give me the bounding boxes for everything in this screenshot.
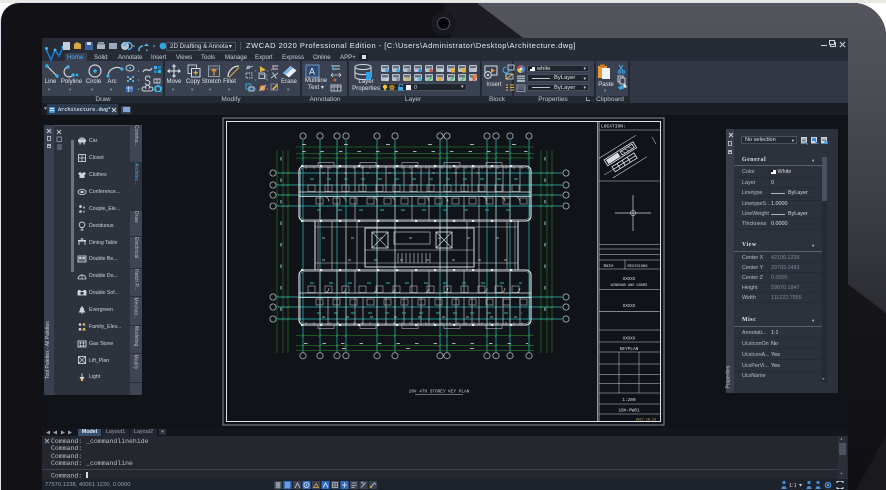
svg-text:1:1: 1:1 (789, 483, 797, 489)
svg-text:XXXXX: XXXXX (623, 278, 636, 282)
svg-text:WINDOWS AND DOORS: WINDOWS AND DOORS (611, 284, 648, 288)
svg-text:2017.10.13: 2017.10.13 (636, 419, 656, 423)
svg-text:20# 4TH STOREY KEY PLAN: 20# 4TH STOREY KEY PLAN (409, 390, 470, 395)
svg-text:A: A (309, 67, 315, 77)
svg-text:LOCATION:: LOCATION: (601, 124, 626, 130)
svg-text:Date: Date (604, 265, 615, 269)
svg-text:XXXXX: XXXXX (623, 305, 636, 309)
svg-text:XXXXX: XXXXX (623, 338, 636, 342)
svg-text:KEYPLAN: KEYPLAN (620, 347, 639, 352)
svg-text:10#-PW01: 10#-PW01 (618, 409, 639, 414)
svg-text:REVISIONS: REVISIONS (628, 265, 649, 269)
svg-text:1:200: 1:200 (622, 398, 636, 403)
